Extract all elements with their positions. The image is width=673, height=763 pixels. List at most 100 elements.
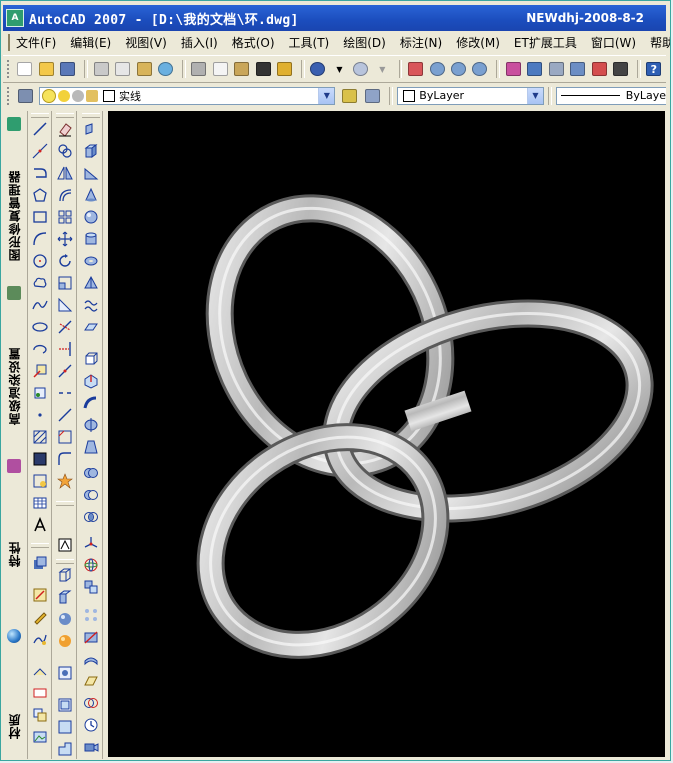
toolbar-grip[interactable] <box>31 113 49 118</box>
table-tool[interactable] <box>32 495 48 511</box>
drawing-viewport[interactable] <box>108 111 665 757</box>
tab-layer-manager[interactable]: 图形修复管理器 <box>6 151 24 261</box>
cone-tool[interactable] <box>83 187 99 203</box>
hatch-tool[interactable] <box>32 429 48 445</box>
draw-order-tool[interactable] <box>32 555 48 571</box>
menu-help[interactable]: 帮助 <box>650 34 670 51</box>
layer-manager-button[interactable] <box>16 86 36 106</box>
line-tool[interactable] <box>32 121 48 137</box>
sweep-tool[interactable] <box>83 395 99 411</box>
render-settings-icon[interactable] <box>7 286 21 300</box>
3d-align-tool[interactable] <box>83 579 99 595</box>
menu-insert[interactable]: 插入(I) <box>181 34 218 51</box>
materials-sphere-icon[interactable] <box>7 629 21 643</box>
toolbar-grip[interactable] <box>7 60 12 78</box>
tab-properties[interactable]: 特性 <box>6 531 24 567</box>
polygonal-viewport-tool[interactable] <box>57 741 73 757</box>
properties-palette-icon[interactable] <box>7 459 21 473</box>
rectangle-tool[interactable] <box>32 209 48 225</box>
redo-button[interactable] <box>352 59 370 79</box>
new-file-button[interactable] <box>16 59 34 79</box>
wipeout-tool[interactable] <box>32 685 48 701</box>
toolbar-grip[interactable] <box>31 543 49 548</box>
mirror-tool[interactable] <box>57 165 73 181</box>
stretch-tool[interactable] <box>57 297 73 313</box>
erase-tool[interactable] <box>57 121 73 137</box>
fillet-tool[interactable] <box>57 451 73 467</box>
cylinder-tool[interactable] <box>83 231 99 247</box>
open-file-button[interactable] <box>37 59 55 79</box>
offset-tool[interactable] <box>57 187 73 203</box>
rotate-tool[interactable] <box>57 253 73 269</box>
toolbar-grip[interactable] <box>56 113 74 118</box>
pyramid-tool[interactable] <box>83 275 99 291</box>
paste-button[interactable] <box>233 59 251 79</box>
image-tool[interactable] <box>32 729 48 745</box>
move-tool[interactable] <box>57 231 73 247</box>
render-sphere-tool[interactable] <box>57 633 73 649</box>
3d-array-tool[interactable] <box>83 607 99 623</box>
insert-block-tool[interactable] <box>32 363 48 379</box>
ellipse-arc-tool[interactable] <box>32 341 48 357</box>
tool-palettes-button[interactable] <box>547 59 565 79</box>
region-tool[interactable] <box>32 473 48 489</box>
subtract-tool[interactable] <box>83 487 99 503</box>
zoom-previous-button[interactable] <box>471 59 489 79</box>
interfere-tool[interactable] <box>83 695 99 711</box>
ellipse-tool[interactable] <box>32 319 48 335</box>
circle-tool[interactable] <box>32 253 48 269</box>
construction-line-tool[interactable] <box>32 143 48 159</box>
save-button[interactable] <box>59 59 77 79</box>
spline-tool[interactable] <box>32 297 48 313</box>
menu-format[interactable]: 格式(O) <box>232 34 275 51</box>
calculator-button[interactable] <box>611 59 629 79</box>
section-plane-tool[interactable] <box>83 673 99 689</box>
vertical-scrollbar[interactable] <box>665 111 670 759</box>
extrude-tool[interactable] <box>83 351 99 367</box>
wedge-tool[interactable] <box>83 165 99 181</box>
menu-tools[interactable]: 工具(T) <box>289 34 330 51</box>
layer-dropdown[interactable]: 实线 ▼ <box>38 86 336 105</box>
presspull-tool[interactable] <box>83 373 99 389</box>
pan-button[interactable] <box>406 59 424 79</box>
pencil-tool[interactable] <box>32 609 48 625</box>
polyline-tool[interactable] <box>32 165 48 181</box>
viewport-tool[interactable] <box>57 697 73 713</box>
toolbar-grip[interactable] <box>56 559 74 564</box>
sheet-tool[interactable] <box>32 663 48 679</box>
3d-move-tool[interactable] <box>83 535 99 551</box>
menu-dimension[interactable]: 标注(N) <box>400 34 442 51</box>
chevron-down-icon[interactable]: ▼ <box>318 87 335 104</box>
trim-tool[interactable] <box>57 319 73 335</box>
arc-tool[interactable] <box>32 231 48 247</box>
color-dropdown[interactable]: ByLayer ▼ <box>397 86 544 105</box>
multiline-text-tool[interactable] <box>32 517 48 533</box>
torus-tool[interactable] <box>83 253 99 269</box>
tab-render-settings[interactable]: 高级渲染设置 <box>6 333 24 425</box>
helix-tool[interactable] <box>83 297 99 313</box>
menu-express-tools[interactable]: ET扩展工具 <box>514 34 577 51</box>
help-button[interactable]: ? <box>645 59 663 79</box>
polysolid-tool[interactable] <box>83 121 99 137</box>
measure-tool[interactable] <box>32 587 48 603</box>
material-sphere-tool[interactable] <box>57 611 73 627</box>
markup-button[interactable] <box>590 59 608 79</box>
menu-modify[interactable]: 修改(M) <box>456 34 500 51</box>
cut-button[interactable] <box>190 59 208 79</box>
slice-tool[interactable] <box>83 629 99 645</box>
solid-history-tool[interactable] <box>83 717 99 733</box>
extend-tool[interactable] <box>57 341 73 357</box>
join-tool[interactable] <box>57 407 73 423</box>
tab-materials[interactable]: 材质 <box>6 703 24 739</box>
menu-draw[interactable]: 绘图(D) <box>343 34 386 51</box>
menu-view[interactable]: 视图(V) <box>125 34 167 51</box>
toolbar-grip[interactable] <box>56 501 74 506</box>
scale-tool[interactable] <box>57 275 73 291</box>
block-editor-button[interactable] <box>275 59 293 79</box>
zoom-window-button[interactable] <box>449 59 467 79</box>
revision-cloud-tool[interactable] <box>32 275 48 291</box>
chevron-down-icon[interactable]: ▼ <box>527 87 543 104</box>
revolve-tool[interactable] <box>83 417 99 433</box>
camera-tool[interactable] <box>83 739 99 755</box>
document-icon[interactable] <box>8 34 10 51</box>
